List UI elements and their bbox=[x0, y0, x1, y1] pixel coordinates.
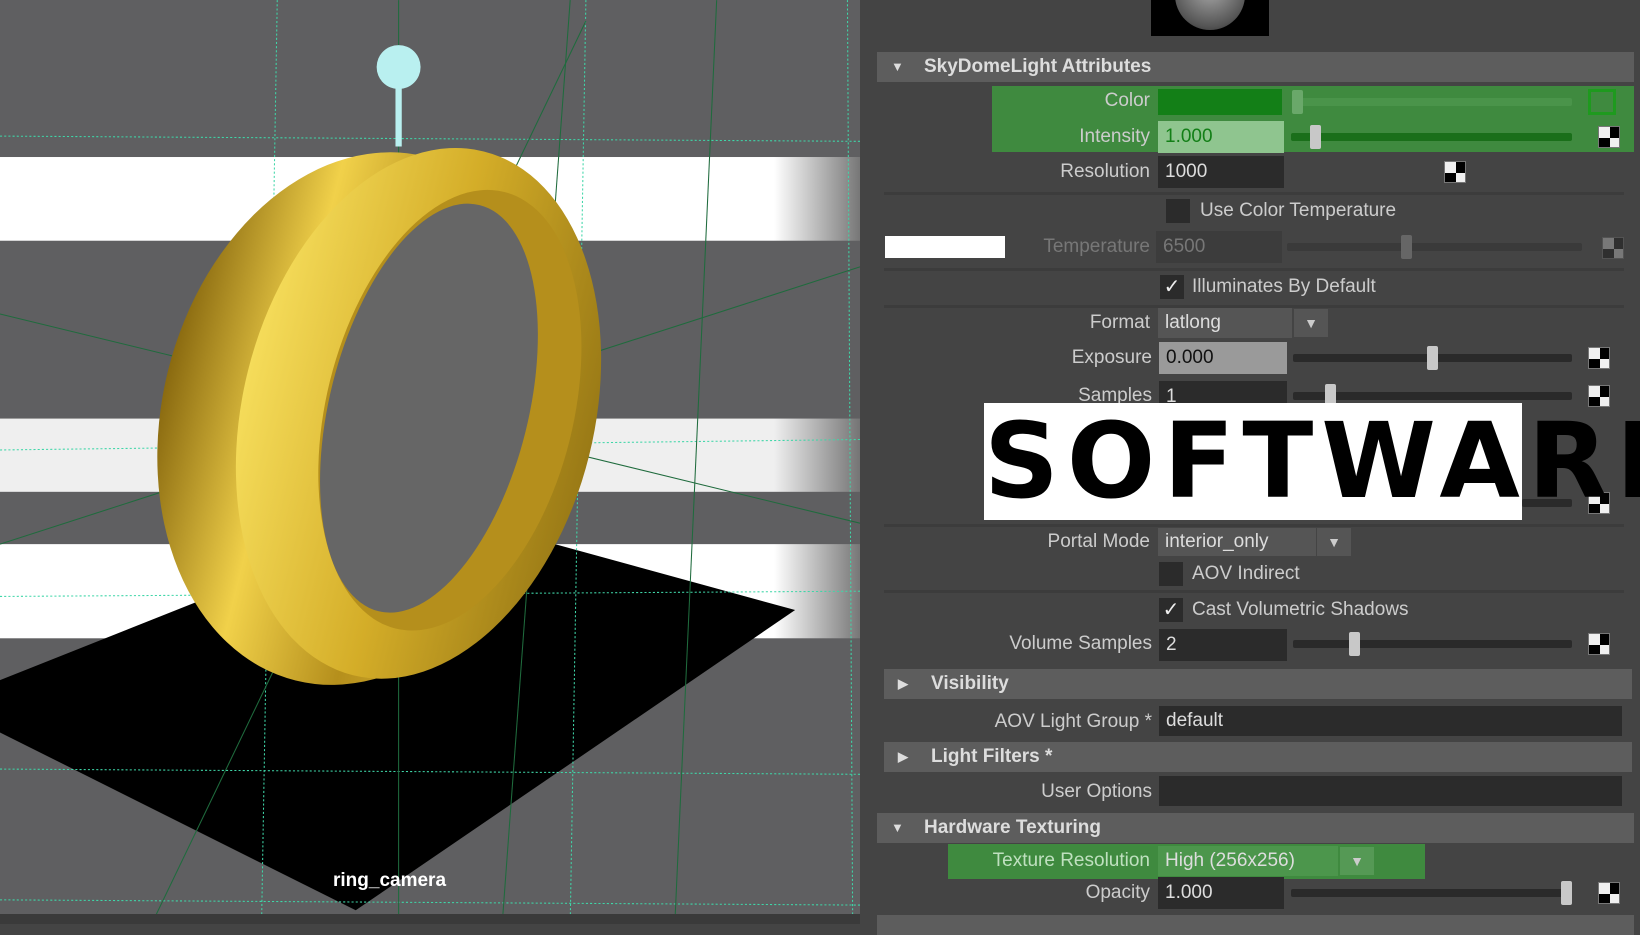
user-options-label: User Options bbox=[1041, 781, 1152, 802]
map-button[interactable] bbox=[1598, 126, 1620, 148]
map-button[interactable] bbox=[1588, 347, 1610, 369]
texture-resolution-label: Texture Resolution bbox=[992, 850, 1150, 871]
illuminates-by-default-label: Illuminates By Default bbox=[1192, 276, 1376, 297]
expand-icon: ▶ bbox=[898, 676, 908, 691]
scene bbox=[0, 0, 860, 924]
intensity-slider-handle[interactable] bbox=[1309, 125, 1321, 149]
user-options-field[interactable] bbox=[1159, 776, 1622, 806]
exposure-label: Exposure bbox=[1071, 347, 1152, 368]
temperature-label: Temperature bbox=[1043, 236, 1150, 257]
use-color-temperature-checkbox[interactable] bbox=[1166, 199, 1190, 223]
map-button[interactable] bbox=[1588, 633, 1610, 655]
aov-light-group-label: AOV Light Group * bbox=[994, 711, 1152, 732]
color-slider-handle[interactable] bbox=[1292, 90, 1303, 114]
map-button[interactable] bbox=[1598, 882, 1620, 904]
collapse-icon: ▼ bbox=[891, 59, 904, 74]
expand-icon: ▶ bbox=[898, 749, 908, 764]
exposure-field[interactable]: 0.000 bbox=[1159, 342, 1287, 374]
aov-light-group-field[interactable]: default bbox=[1159, 706, 1622, 736]
section-visibility[interactable]: ▶ Visibility bbox=[884, 669, 1632, 699]
swatch-thumbnail bbox=[1151, 0, 1269, 36]
chevron-down-icon[interactable]: ▼ bbox=[1317, 528, 1351, 556]
temperature-field[interactable]: 6500 bbox=[1156, 231, 1282, 263]
map-input-icon[interactable] bbox=[1588, 89, 1616, 115]
opacity-slider[interactable] bbox=[1291, 889, 1572, 897]
chevron-down-icon[interactable]: ▼ bbox=[1294, 309, 1328, 337]
map-button[interactable] bbox=[1444, 161, 1466, 183]
aov-indirect-checkbox[interactable] bbox=[1159, 562, 1183, 586]
section-collapsed[interactable] bbox=[877, 915, 1634, 935]
portal-mode-dropdown[interactable]: interior_only bbox=[1158, 528, 1316, 556]
divider bbox=[884, 590, 1624, 593]
section-skydome-attributes[interactable]: ▼ SkyDomeLight Attributes bbox=[877, 52, 1634, 82]
skydome-light-icon bbox=[376, 45, 421, 90]
section-hardware-texturing[interactable]: ▼ Hardware Texturing bbox=[877, 813, 1634, 843]
opacity-slider-handle[interactable] bbox=[1561, 881, 1572, 905]
volume-samples-slider-handle[interactable] bbox=[1349, 632, 1361, 656]
intensity-label: Intensity bbox=[1079, 126, 1150, 147]
opacity-field[interactable]: 1.000 bbox=[1158, 877, 1284, 909]
divider bbox=[884, 268, 1624, 271]
volume-samples-label: Volume Samples bbox=[1009, 633, 1152, 654]
software-overlay-banner: SOFTWARE bbox=[984, 400, 1640, 522]
resolution-label: Resolution bbox=[1060, 161, 1150, 182]
divider bbox=[884, 192, 1624, 195]
temperature-slider-handle[interactable] bbox=[1400, 235, 1412, 259]
texture-resolution-dropdown[interactable]: High (256x256) bbox=[1158, 846, 1338, 876]
collapse-icon: ▼ bbox=[891, 820, 904, 835]
map-button[interactable] bbox=[1602, 237, 1624, 259]
exposure-slider-handle[interactable] bbox=[1427, 346, 1438, 370]
temperature-slider[interactable] bbox=[1287, 243, 1582, 251]
color-slider[interactable] bbox=[1292, 98, 1572, 106]
color-swatch[interactable] bbox=[1158, 89, 1282, 115]
viewport-bottom-bar bbox=[0, 914, 860, 924]
opacity-label: Opacity bbox=[1085, 882, 1150, 903]
use-color-temperature-label: Use Color Temperature bbox=[1200, 200, 1397, 221]
format-dropdown[interactable]: latlong bbox=[1158, 308, 1292, 338]
portal-mode-label: Portal Mode bbox=[1047, 531, 1150, 552]
aov-indirect-label: AOV Indirect bbox=[1192, 563, 1300, 584]
volume-samples-slider[interactable] bbox=[1293, 640, 1572, 648]
camera-label: ring_camera bbox=[333, 870, 447, 891]
cast-volumetric-shadows-label: Cast Volumetric Shadows bbox=[1192, 599, 1409, 620]
volume-samples-field[interactable]: 2 bbox=[1159, 629, 1287, 661]
chevron-down-icon[interactable]: ▼ bbox=[1340, 847, 1374, 875]
format-label: Format bbox=[1089, 312, 1150, 333]
intensity-field[interactable]: 1.000 bbox=[1158, 121, 1284, 153]
illuminates-by-default-checkbox[interactable]: ✓ bbox=[1160, 275, 1184, 299]
resolution-field[interactable]: 1000 bbox=[1158, 156, 1284, 188]
section-light-filters[interactable]: ▶ Light Filters * bbox=[884, 742, 1632, 772]
color-label: Color bbox=[1104, 90, 1150, 111]
intensity-slider[interactable] bbox=[1291, 133, 1572, 141]
3d-viewport[interactable]: ring_camera bbox=[0, 0, 860, 924]
cast-volumetric-shadows-checkbox[interactable]: ✓ bbox=[1159, 598, 1183, 622]
